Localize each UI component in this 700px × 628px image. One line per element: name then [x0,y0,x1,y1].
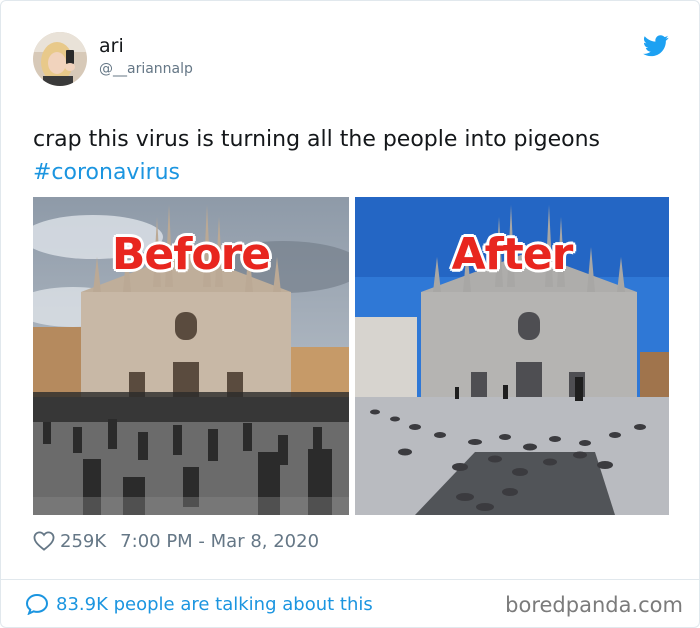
author-name[interactable]: ari [99,35,124,57]
watermark: boredpanda.com [505,593,683,617]
avatar[interactable] [33,32,87,86]
before-photo[interactable]: Before [33,197,349,515]
timestamp[interactable]: 7:00 PM - Mar 8, 2020 [120,531,319,552]
speech-bubble-icon [25,593,49,616]
heart-icon[interactable] [33,531,55,551]
like-count: 259K [60,530,107,552]
tweet-body: crap this virus is turning all the peopl… [33,127,600,152]
before-label: Before [111,229,271,280]
tweet-text: crap this virus is turning all the peopl… [33,123,673,189]
after-label: After [451,229,574,280]
twitter-bird-icon[interactable] [643,35,669,57]
hashtag-link[interactable]: #coronavirus [33,160,180,185]
discussion-text: 83.9K people are talking about this [56,593,373,615]
discussion-link[interactable]: 83.9K people are talking about this [25,593,373,616]
tweet-card: ari @__ariannalp crap this virus is turn… [0,0,700,628]
divider [1,579,699,580]
after-photo[interactable]: After [355,197,669,515]
tweet-meta: 259K 7:00 PM - Mar 8, 2020 [33,529,319,553]
author-handle[interactable]: @__ariannalp [99,61,193,77]
